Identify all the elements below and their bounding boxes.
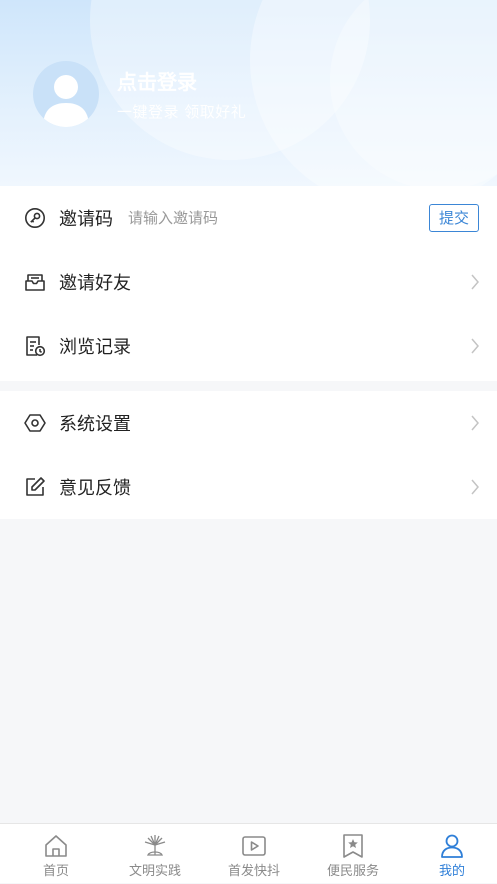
key-icon — [24, 207, 46, 229]
tab-label: 文明实践 — [128, 864, 181, 879]
login-title[interactable]: 点击登录 — [117, 66, 197, 95]
menu-item-settings[interactable]: 系统设置 — [0, 391, 497, 455]
invite-code-label: 邀请码 — [59, 209, 113, 230]
invite-code-input[interactable] — [128, 209, 388, 227]
bottom-tab-bar: 首页 文明实践 首发快抖 便民服务 我的 — [0, 823, 497, 883]
tab-mine[interactable]: 我的 — [402, 824, 497, 884]
history-icon — [24, 335, 46, 357]
menu-item-feedback[interactable]: 意见反馈 — [0, 455, 497, 519]
menu-section-2: 系统设置 意见反馈 — [0, 391, 497, 519]
edit-icon — [24, 476, 46, 498]
menu-item-label: 邀请好友 — [59, 273, 131, 294]
menu-item-label: 系统设置 — [59, 414, 131, 435]
tab-home[interactable]: 首页 — [6, 824, 106, 884]
tab-civilization-practice[interactable]: 文明实践 — [105, 824, 205, 884]
tab-public-services[interactable]: 便民服务 — [303, 824, 403, 884]
avatar[interactable] — [33, 61, 99, 127]
chevron-right-icon — [470, 338, 480, 354]
submit-invite-button[interactable]: 提交 — [429, 204, 479, 232]
user-icon — [439, 833, 465, 859]
inbox-icon — [24, 271, 46, 293]
settings-hexagon-icon — [24, 412, 46, 434]
tab-label: 首发快抖 — [227, 864, 280, 879]
menu-item-invite-friends[interactable]: 邀请好友 — [0, 250, 497, 314]
user-avatar-icon — [43, 75, 89, 127]
emblem-icon — [142, 833, 168, 859]
tab-label: 我的 — [438, 864, 465, 879]
profile-header: 点击登录 一键登录 领取好礼 — [0, 0, 497, 186]
tab-label: 首页 — [42, 864, 69, 879]
home-icon — [43, 833, 69, 859]
menu-item-label: 意见反馈 — [59, 478, 131, 499]
tab-label: 便民服务 — [326, 864, 379, 879]
menu-item-label: 浏览记录 — [59, 337, 131, 358]
invite-code-row: 邀请码 提交 — [0, 186, 497, 250]
star-badge-icon — [340, 833, 366, 859]
chevron-right-icon — [470, 479, 480, 495]
tab-short-video[interactable]: 首发快抖 — [204, 824, 304, 884]
menu-section-1: 邀请码 提交 邀请好友 浏览记录 — [0, 186, 497, 381]
chevron-right-icon — [470, 415, 480, 431]
login-subtitle: 一键登录 领取好礼 — [117, 103, 247, 121]
menu-item-history[interactable]: 浏览记录 — [0, 314, 497, 378]
chevron-right-icon — [470, 274, 480, 290]
video-play-icon — [241, 833, 267, 859]
